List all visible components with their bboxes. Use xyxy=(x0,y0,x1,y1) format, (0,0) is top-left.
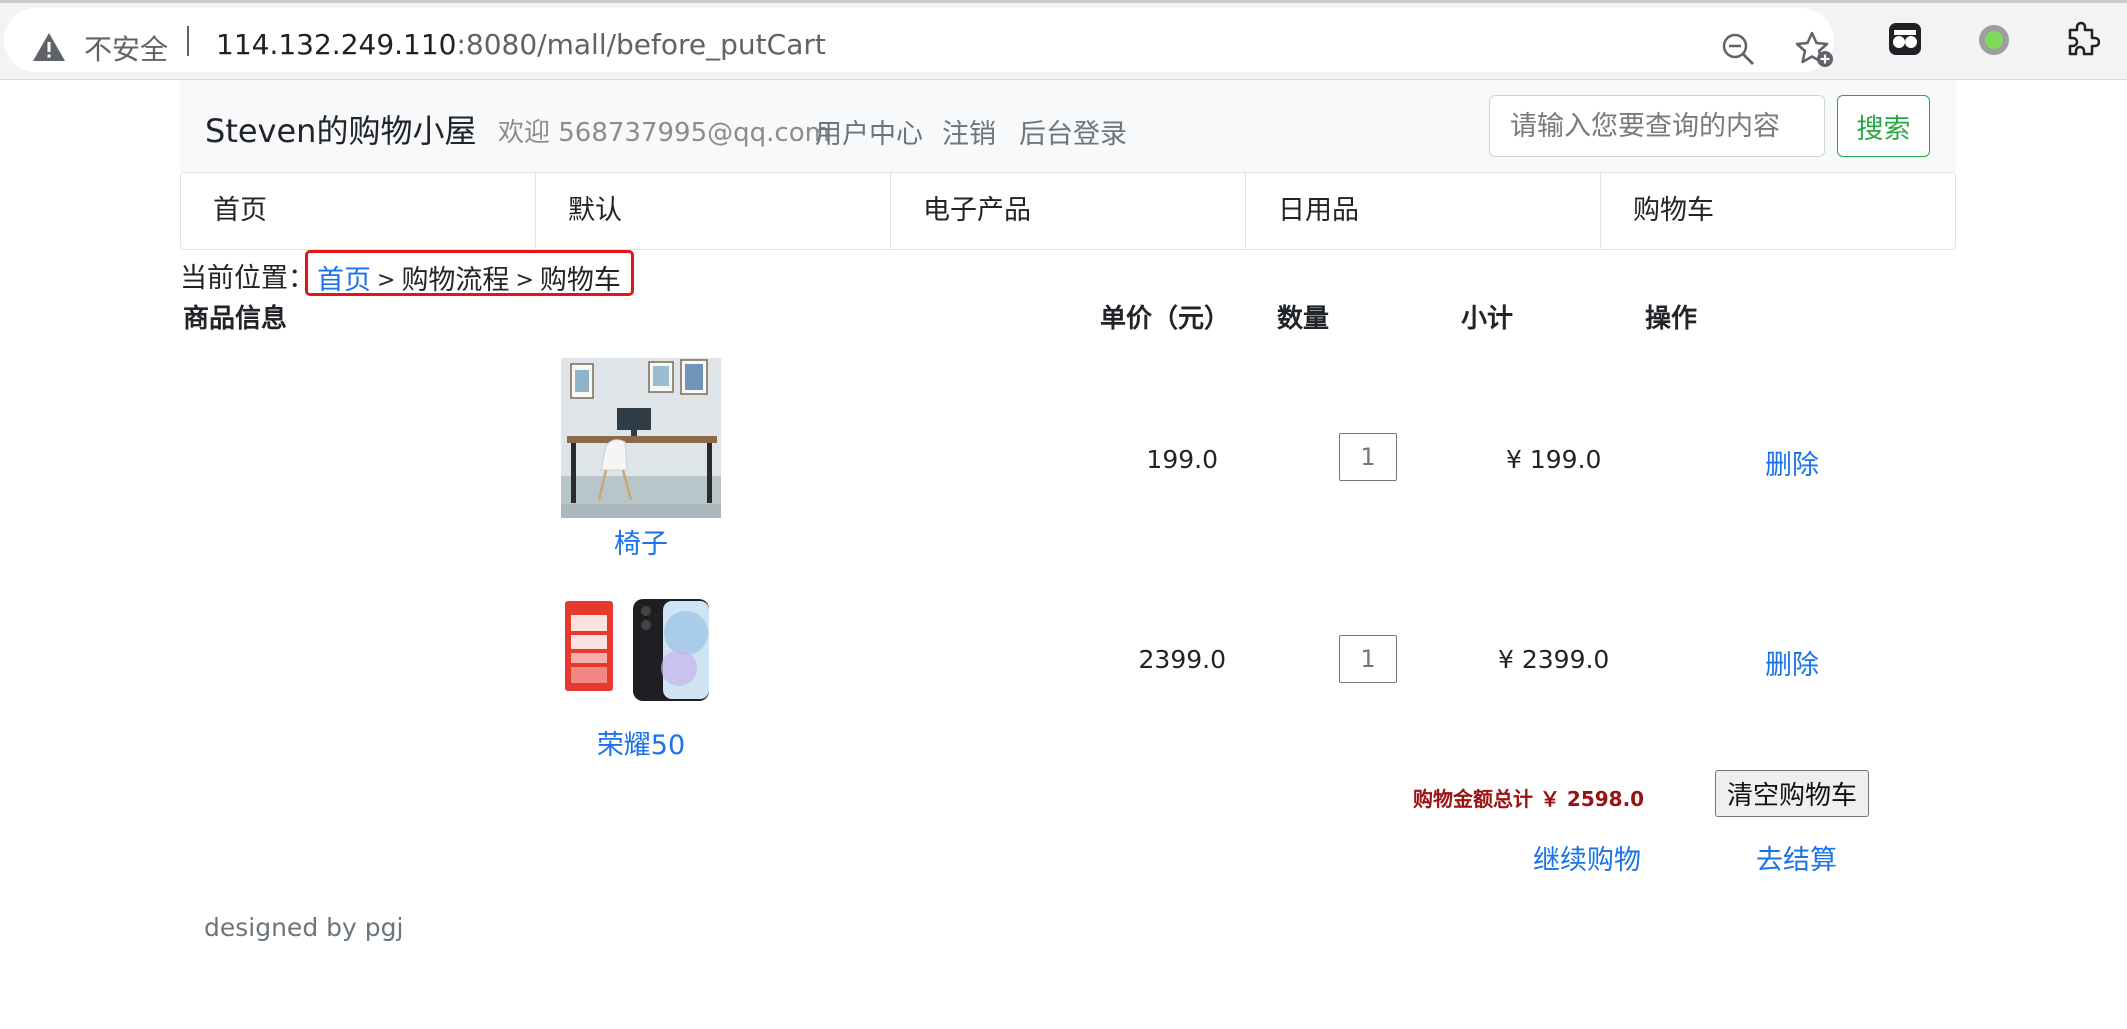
profile-dot-icon[interactable] xyxy=(1978,24,2010,56)
category-home[interactable]: 首页 xyxy=(181,173,536,249)
quantity-input[interactable] xyxy=(1339,635,1397,683)
delete-item-link[interactable]: 删除 xyxy=(1765,443,1819,482)
breadcrumb-separator: > xyxy=(377,268,396,293)
continue-shopping-link[interactable]: 继续购物 xyxy=(1533,838,1641,877)
row-subtotal: ¥ 2399.0 xyxy=(1498,645,1610,674)
header-quantity: 数量 xyxy=(1277,304,1330,334)
unit-price: 199.0 xyxy=(1146,445,1218,474)
checkout-link[interactable]: 去结算 xyxy=(1756,838,1837,877)
breadcrumb: 首页 > 购物流程 > 购物车 xyxy=(305,250,634,296)
category-electronics[interactable]: 电子产品 xyxy=(891,173,1246,249)
breadcrumb-separator: > xyxy=(515,268,534,293)
search-button[interactable]: 搜索 xyxy=(1837,95,1930,157)
nav-user-center[interactable]: 用户中心 xyxy=(815,112,923,151)
omnibox-separator xyxy=(187,26,189,56)
header-subtotal: 小计 xyxy=(1461,304,1514,334)
not-secure-label[interactable]: 不安全 xyxy=(84,28,168,68)
zoom-out-icon[interactable] xyxy=(1721,32,1755,66)
url-path: :8080/mall/before_putCart xyxy=(456,28,826,61)
header-actions: 操作 xyxy=(1645,304,1698,334)
breadcrumb-label: 当前位置： xyxy=(180,263,315,294)
product-name-link[interactable]: 荣耀50 xyxy=(561,723,721,762)
unit-price: 2399.0 xyxy=(1138,645,1226,674)
site-navbar: Steven的购物小屋 欢迎 568737995@qq.com 用户中心 注销 … xyxy=(180,80,1956,172)
breadcrumb-current: 购物车 xyxy=(539,265,621,296)
category-cart[interactable]: 购物车 xyxy=(1601,173,1955,249)
category-default[interactable]: 默认 xyxy=(536,173,891,249)
site-brand[interactable]: Steven的购物小屋 xyxy=(205,106,476,152)
clear-cart-button[interactable]: 清空购物车 xyxy=(1715,770,1869,817)
nav-logout[interactable]: 注销 xyxy=(942,112,996,151)
url-host: 114.132.249.110 xyxy=(216,28,457,61)
header-unit-price: 单价（元） xyxy=(1100,304,1231,334)
url-text[interactable]: 114.132.249.110:8080/mall/before_putCart xyxy=(216,28,826,61)
welcome-text: 欢迎 568737995@qq.com xyxy=(498,118,830,148)
breadcrumb-home-link[interactable]: 首页 xyxy=(317,265,371,296)
header-product-info: 商品信息 xyxy=(183,304,288,334)
row-subtotal: ¥ 199.0 xyxy=(1506,445,1602,474)
nav-admin-login[interactable]: 后台登录 xyxy=(1019,112,1127,151)
bookmark-add-icon[interactable] xyxy=(1794,30,1834,68)
address-bar[interactable]: 不安全 114.132.249.110:8080/mall/before_put… xyxy=(4,8,1834,72)
chrome-top-line xyxy=(0,0,2127,3)
puzzle-extensions-icon[interactable] xyxy=(2064,20,2100,58)
warning-icon[interactable] xyxy=(32,31,66,63)
product-image-chair[interactable] xyxy=(561,358,721,518)
footer-credit: designed by pgj xyxy=(204,913,404,942)
breadcrumb-step: 购物流程 xyxy=(401,265,510,296)
category-bar: 首页 默认 电子产品 日用品 购物车 xyxy=(180,172,1956,250)
extension-icon[interactable] xyxy=(1888,22,1922,56)
product-image-honor50[interactable] xyxy=(561,563,721,723)
browser-chrome: 不安全 114.132.249.110:8080/mall/before_put… xyxy=(0,0,2127,80)
search-input[interactable] xyxy=(1489,95,1825,157)
delete-item-link[interactable]: 删除 xyxy=(1765,643,1819,682)
category-daily-goods[interactable]: 日用品 xyxy=(1246,173,1601,249)
quantity-input[interactable] xyxy=(1339,433,1397,481)
product-name-link[interactable]: 椅子 xyxy=(561,522,721,561)
cart-total: 购物金额总计 ￥ 2598.0 xyxy=(1413,787,1645,811)
